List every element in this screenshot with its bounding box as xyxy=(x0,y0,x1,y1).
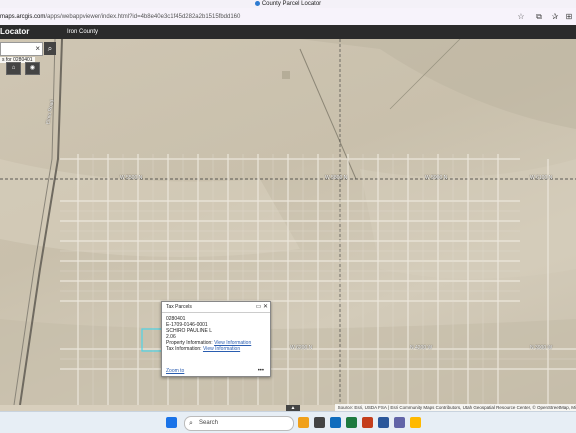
road-label-4200: N 4200 W xyxy=(410,345,433,351)
road-label-3900: N 3900 W xyxy=(530,345,553,351)
app-header: Locator Iron County xyxy=(0,25,576,39)
search-icon: ⌕ xyxy=(47,44,53,53)
popup-body: 0280401 E-1709-0146-0001 SCHIRO PAULINE … xyxy=(162,313,270,355)
file-explorer-icon[interactable] xyxy=(410,417,421,428)
road-label-6200: W 6200 N xyxy=(290,345,313,351)
locate-button[interactable]: ◉ xyxy=(25,62,40,75)
edge-icon[interactable] xyxy=(330,417,341,428)
extensions-icon[interactable]: ⧉ xyxy=(534,12,544,22)
home-button[interactable]: ⌂ xyxy=(6,62,21,75)
search-button[interactable]: ⌕ xyxy=(44,42,56,55)
locate-icon: ◉ xyxy=(29,65,36,71)
map-imagery xyxy=(0,39,576,405)
search-box[interactable]: × xyxy=(0,42,43,56)
map-view[interactable]: Elmo Road W 5500 N W 5800 N W 5900 N W 6… xyxy=(0,39,576,405)
search-icon: ⌕ xyxy=(189,420,193,427)
map-attribution: Source: Esri, USDA FSA | Esri Community … xyxy=(334,404,576,411)
popup-controls[interactable]: ▭ ✕ xyxy=(256,303,268,310)
tax-info-link[interactable]: View Information xyxy=(203,346,240,352)
home-icon: ⌂ xyxy=(11,65,16,71)
road-label-5500: W 5500 N xyxy=(120,175,143,181)
popup-title: Tax Parcels xyxy=(162,302,270,313)
collections-icon[interactable]: ⊞ xyxy=(564,12,574,22)
tax-info-row: Tax Information: View Information xyxy=(166,346,266,352)
taskbar-search[interactable]: ⌕ Search xyxy=(184,416,294,431)
browser-address-bar[interactable]: maps.arcgis.com/apps/webappviewer/index.… xyxy=(0,8,576,26)
road-label-5800: W 5800 N xyxy=(325,175,348,181)
url-domain: maps.arcgis.com xyxy=(0,14,46,20)
more-options-icon[interactable]: ••• xyxy=(258,368,264,374)
task-view-icon[interactable] xyxy=(314,417,325,428)
parcel-popup[interactable]: Tax Parcels ▭ ✕ 0280401 E-1709-0146-0001… xyxy=(161,301,271,377)
window-titlebar: County Parcel Locator xyxy=(0,0,576,8)
widgets-icon[interactable] xyxy=(298,417,309,428)
url-path: /apps/webappviewer/index.html?id=4b8e40e… xyxy=(45,14,241,20)
excel-icon[interactable] xyxy=(346,417,357,428)
word-icon[interactable] xyxy=(378,417,389,428)
road-label-6100: W 6100 N xyxy=(530,175,553,181)
favorites-icon[interactable]: ✰ xyxy=(550,12,560,22)
powerpoint-icon[interactable] xyxy=(362,417,373,428)
window-title: County Parcel Locator xyxy=(261,1,322,7)
teams-icon[interactable] xyxy=(394,417,405,428)
app-subtitle: Iron County xyxy=(67,29,99,35)
tax-info-label: Tax Information: xyxy=(166,346,202,352)
app-title: Locator xyxy=(0,27,30,36)
window-title-wrap: County Parcel Locator xyxy=(0,0,576,8)
clear-search-icon[interactable]: × xyxy=(35,43,40,55)
url-field[interactable]: maps.arcgis.com/apps/webappviewer/index.… xyxy=(0,12,520,22)
star-icon[interactable]: ☆ xyxy=(516,12,526,22)
start-icon[interactable] xyxy=(166,417,177,428)
windows-taskbar: ⌕ Search xyxy=(0,411,576,433)
road-label-5900: W 5900 N xyxy=(425,175,448,181)
zoom-to-link[interactable]: Zoom to xyxy=(166,368,184,374)
taskbar-search-label: Search xyxy=(199,420,219,426)
app-favicon-icon xyxy=(254,0,260,6)
